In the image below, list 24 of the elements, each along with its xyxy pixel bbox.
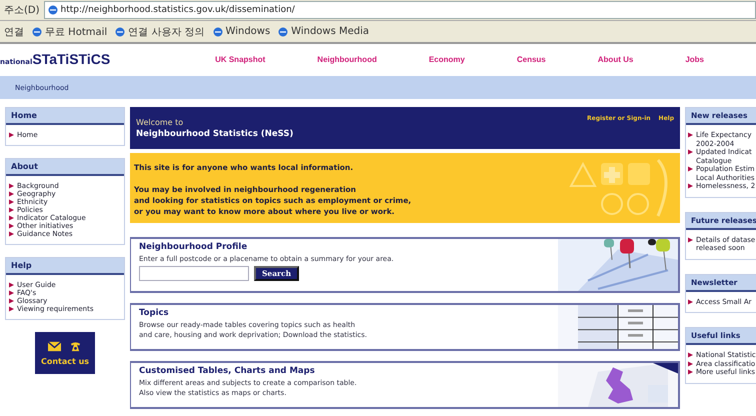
site-title: Neighbourhood Statistics (NeSS) xyxy=(136,128,294,138)
panel-heading: Home xyxy=(6,108,124,125)
nav-link[interactable]: UK Snapshot xyxy=(215,54,266,64)
url-text: http://neighborhood.statistics.gov.uk/dissemination/ xyxy=(60,5,295,15)
links-label: 연결 xyxy=(4,26,24,38)
nav-link[interactable]: Economy xyxy=(428,54,465,64)
section-title[interactable]: Customised Tables, Charts and Maps xyxy=(139,366,357,376)
nav-link[interactable]: Jobs xyxy=(685,54,704,64)
nav-link[interactable]: About Us xyxy=(598,54,634,64)
nav-link[interactable]: Neighbourhood xyxy=(317,54,377,64)
link-button[interactable]: 무료 Hotmail xyxy=(32,24,108,38)
logo-title[interactable]: STaTiSTiCS xyxy=(32,51,110,67)
section-title[interactable]: Topics xyxy=(139,308,368,318)
link-button[interactable]: 연결 사용자 정의 xyxy=(115,24,205,38)
welcome-text: Welcome to xyxy=(136,118,184,126)
link-button[interactable]: Windows xyxy=(212,26,270,37)
panel-heading: Help xyxy=(6,258,124,275)
section-title[interactable]: Neighbourhood Profile xyxy=(139,242,394,252)
contact-button[interactable]: Contact us xyxy=(35,332,95,374)
address-field[interactable]: http://neighborhood.statistics.gov.uk/dissemination/ xyxy=(44,1,756,19)
nav-link[interactable]: Census xyxy=(516,54,546,64)
address-label: 주소(D) xyxy=(4,4,40,17)
link-button[interactable]: Windows Media xyxy=(278,26,370,37)
panel-heading: About xyxy=(6,159,124,176)
